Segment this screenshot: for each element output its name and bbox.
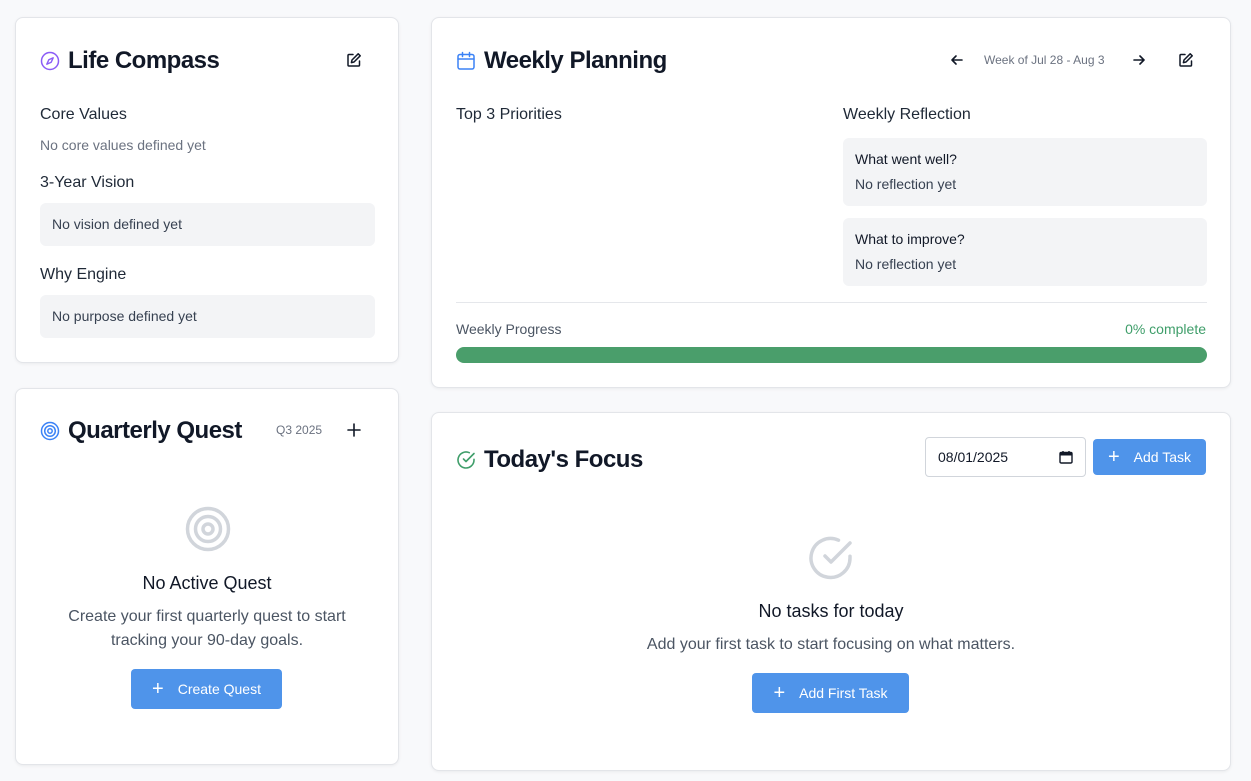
- compass-icon: [40, 51, 60, 71]
- no-active-quest-title: No Active Quest: [142, 573, 272, 593]
- weekly-reflection-label: Weekly Reflection: [843, 106, 971, 123]
- week-range-label: Week of Jul 28 - Aug 3: [984, 53, 1105, 67]
- edit-weekly-planning-button[interactable]: [1172, 46, 1200, 74]
- quarterly-quest-title: Quarterly Quest: [68, 417, 242, 444]
- went-well-value: No reflection yet: [855, 176, 957, 192]
- quarterly-quest-header: Quarterly Quest: [40, 417, 242, 445]
- weekly-planning-card: Weekly Planning Week of Jul 28 - Aug 3 T…: [431, 17, 1231, 388]
- add-task-button[interactable]: + Add Task: [1093, 439, 1206, 475]
- previous-week-button[interactable]: [943, 46, 971, 74]
- create-quest-button[interactable]: + Create Quest: [131, 669, 282, 709]
- to-improve-value: No reflection yet: [855, 256, 957, 272]
- life-compass-card: Life Compass Core Values No core values …: [15, 17, 399, 363]
- no-tasks-description: Add your first task to start focusing on…: [646, 636, 1016, 653]
- quest-empty-description-1: Create your first quarterly quest to sta…: [68, 608, 346, 625]
- add-quest-button[interactable]: [340, 416, 368, 444]
- edit-life-compass-button[interactable]: [340, 46, 368, 74]
- quarterly-quest-card: Quarterly Quest Q3 2025 No Active Quest …: [15, 388, 399, 765]
- plus-icon: +: [773, 682, 786, 704]
- vision-label: 3-Year Vision: [40, 174, 135, 191]
- add-task-label: Add Task: [1133, 449, 1192, 465]
- todays-focus-card: Today's Focus 08/01/2025 + Add Task No t…: [431, 412, 1231, 771]
- top-priorities-label: Top 3 Priorities: [456, 106, 562, 123]
- plus-icon: +: [152, 678, 164, 700]
- target-icon: [40, 421, 60, 441]
- date-input-value: 08/01/2025: [938, 449, 1009, 465]
- core-values-label: Core Values: [40, 106, 127, 123]
- life-compass-header: Life Compass: [40, 47, 220, 75]
- plus-icon: [347, 423, 361, 437]
- calendar-icon: [456, 51, 476, 71]
- plus-icon: +: [1107, 446, 1120, 468]
- create-quest-label: Create Quest: [177, 681, 261, 697]
- weekly-planning-title: Weekly Planning: [484, 47, 667, 74]
- life-compass-title: Life Compass: [68, 47, 220, 74]
- date-input[interactable]: 08/01/2025: [925, 437, 1086, 477]
- todays-focus-header: Today's Focus: [456, 446, 643, 474]
- quarter-label: Q3 2025: [276, 423, 323, 437]
- why-engine-box[interactable]: No purpose defined yet: [40, 295, 375, 338]
- why-engine-label: Why Engine: [40, 266, 127, 283]
- weekly-progress-percent: 0% complete: [1125, 321, 1206, 337]
- target-empty-icon: [185, 506, 231, 552]
- next-week-button[interactable]: [1125, 46, 1153, 74]
- weekly-progress-bar: [456, 347, 1207, 363]
- edit-icon: [1178, 52, 1194, 68]
- went-well-label: What went well?: [855, 151, 957, 167]
- vision-box[interactable]: No vision defined yet: [40, 203, 375, 246]
- core-values-empty-text: No core values defined yet: [40, 137, 206, 153]
- vision-empty-text: No vision defined yet: [52, 216, 182, 232]
- add-first-task-label: Add First Task: [799, 685, 888, 701]
- divider: [456, 302, 1207, 303]
- no-tasks-title: No tasks for today: [758, 601, 904, 621]
- to-improve-box[interactable]: What to improve? No reflection yet: [843, 218, 1207, 286]
- went-well-box[interactable]: What went well? No reflection yet: [843, 138, 1207, 206]
- to-improve-label: What to improve?: [855, 231, 965, 247]
- calendar-picker-icon[interactable]: [1059, 450, 1073, 464]
- quest-empty-description-2: tracking your 90-day goals.: [110, 632, 304, 649]
- edit-icon: [346, 52, 362, 68]
- arrow-left-icon: [950, 53, 964, 67]
- add-first-task-button[interactable]: + Add First Task: [752, 673, 909, 713]
- todays-focus-title: Today's Focus: [484, 446, 643, 473]
- arrow-right-icon: [1132, 53, 1146, 67]
- check-circle-icon: [456, 450, 476, 470]
- weekly-progress-label: Weekly Progress: [456, 321, 562, 337]
- check-circle-empty-icon: [808, 535, 854, 581]
- why-engine-empty-text: No purpose defined yet: [52, 308, 197, 324]
- weekly-planning-header: Weekly Planning: [456, 47, 667, 75]
